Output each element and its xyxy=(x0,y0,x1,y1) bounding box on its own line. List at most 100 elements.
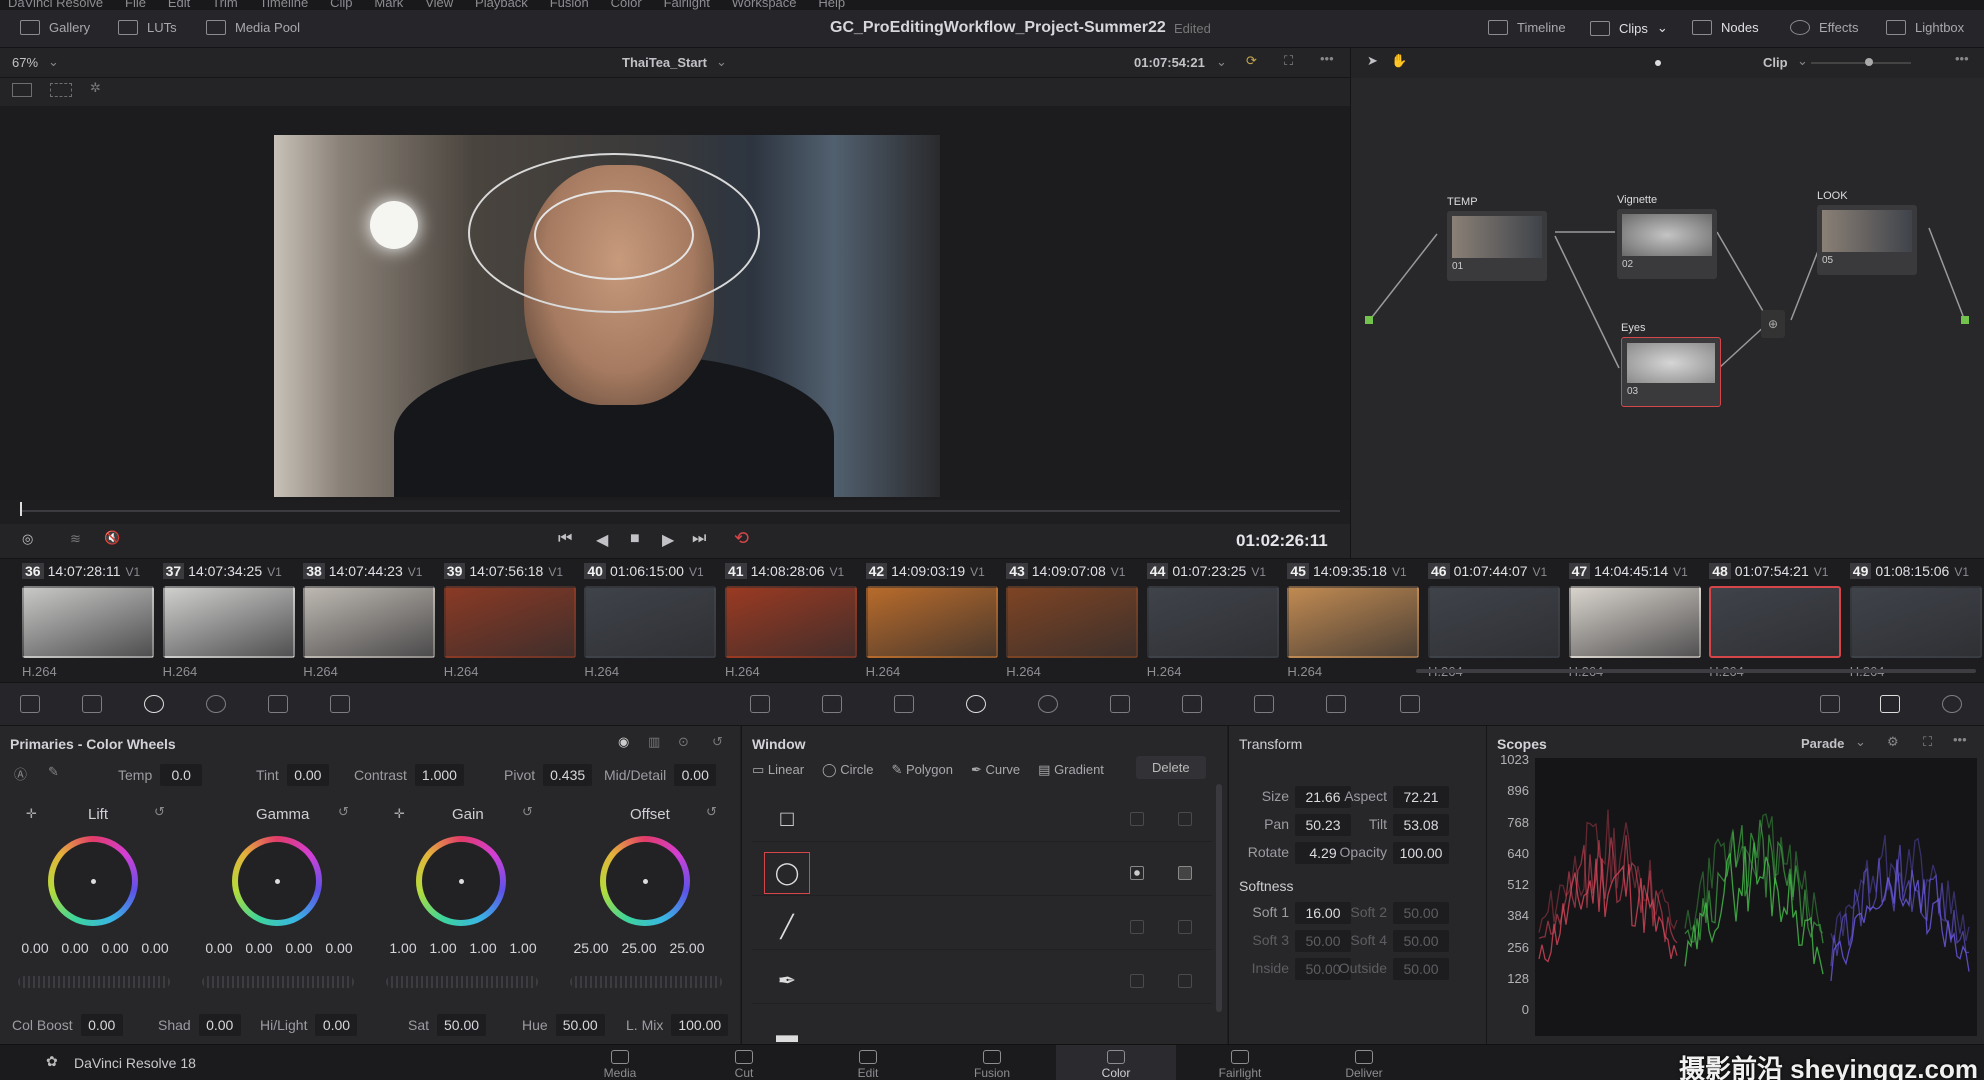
fullscreen-icon[interactable]: ⛶ xyxy=(1923,734,1932,750)
reset-icon[interactable]: ↺ xyxy=(706,804,717,820)
timeline-clip[interactable]: 4901:08:15:06V1H.264 xyxy=(1849,563,1984,679)
middetail-input[interactable]: 0.00 xyxy=(674,764,717,786)
timeline-clip[interactable]: 36 14:07:28:11 V1 H.264 xyxy=(22,563,162,679)
scope-mode-select[interactable]: Parade xyxy=(1801,736,1844,751)
more-options-icon[interactable]: ••• xyxy=(1320,51,1334,66)
lightbox-button[interactable]: Lightbox xyxy=(1886,20,1964,35)
auto-balance-icon[interactable]: Ⓐ xyxy=(14,764,27,783)
menu-color[interactable]: Color xyxy=(611,0,642,10)
scope-settings-icon[interactable]: ⚙ xyxy=(1887,734,1899,750)
grid-view-icon[interactable] xyxy=(50,83,72,97)
page-tab-media[interactable]: Media xyxy=(560,1045,680,1080)
tracker-icon[interactable] xyxy=(1038,695,1058,713)
lift-master-slider[interactable] xyxy=(18,976,170,988)
gamma-b[interactable]: 0.00 xyxy=(322,940,356,956)
magic-mask-icon[interactable] xyxy=(1110,695,1130,713)
gamma-master-slider[interactable] xyxy=(202,976,354,988)
fullscreen-icon[interactable]: ⛶ xyxy=(1284,53,1293,69)
effects-button[interactable]: Effects xyxy=(1790,20,1859,35)
color-warper-icon[interactable] xyxy=(822,695,842,713)
clip-thumbnail[interactable] xyxy=(1709,586,1842,658)
gamma-y[interactable]: 0.00 xyxy=(202,940,236,956)
rgb-mixer-icon[interactable] xyxy=(268,695,288,713)
clip-thumbnail[interactable] xyxy=(22,586,154,658)
aspect-input[interactable]: 72.21 xyxy=(1393,786,1449,808)
mask-checkbox[interactable] xyxy=(1178,866,1192,880)
curve-button[interactable]: ✒ Curve xyxy=(971,762,1020,778)
mask-checkbox[interactable] xyxy=(1178,920,1192,934)
clip-thumbnail[interactable] xyxy=(1849,586,1982,658)
go-to-end-icon[interactable]: ⏭ xyxy=(692,530,706,548)
viewer-scrubber[interactable] xyxy=(20,510,1340,512)
soft4-input[interactable]: 50.00 xyxy=(1393,930,1449,952)
menu-davinci[interactable]: DaVinci Resolve xyxy=(8,0,103,10)
soft2-input[interactable]: 50.00 xyxy=(1393,902,1449,924)
window-list-scrollbar[interactable] xyxy=(1216,784,1222,1012)
tint-input[interactable]: 0.00 xyxy=(286,764,329,786)
page-tab-edit[interactable]: Edit xyxy=(808,1045,928,1080)
opacity-input[interactable]: 100.00 xyxy=(1393,842,1449,864)
3d-icon[interactable] xyxy=(1400,695,1420,713)
crosshair-icon[interactable]: ✛ xyxy=(394,806,405,822)
invert-checkbox[interactable] xyxy=(1130,920,1144,934)
layers-icon[interactable]: ≋ xyxy=(70,531,81,547)
motion-effects-icon[interactable] xyxy=(330,695,350,713)
window-row-curve[interactable]: ✒ xyxy=(752,950,1212,1004)
timeline-clip[interactable]: 44 01:07:23:25 V1 H.264 xyxy=(1146,563,1287,679)
timeline-clip[interactable]: 4714:04:45:14V1H.264 xyxy=(1568,563,1709,679)
gamma-r[interactable]: 0.00 xyxy=(242,940,276,956)
reset-icon[interactable]: ↺ xyxy=(712,734,723,750)
menu-view[interactable]: View xyxy=(425,0,453,10)
picker-icon[interactable]: ✎ xyxy=(48,764,59,780)
hdr-wheels-icon[interactable] xyxy=(206,695,226,713)
timeline-clip[interactable]: 4601:07:44:07V1H.264 xyxy=(1428,563,1568,679)
sizing-icon[interactable] xyxy=(1326,695,1346,713)
reset-icon[interactable]: ↺ xyxy=(154,804,165,820)
temp-input[interactable]: 0.0 xyxy=(160,764,203,786)
gain-r[interactable]: 1.00 xyxy=(426,940,460,956)
wheel-center-dot[interactable] xyxy=(643,879,648,884)
graph-input-handle[interactable] xyxy=(1365,316,1373,324)
clip-thumbnail[interactable] xyxy=(162,586,295,658)
log-mode-icon[interactable]: ⊙ xyxy=(678,734,689,750)
more-options-icon[interactable]: ••• xyxy=(1953,732,1967,747)
window-row-polygon[interactable]: ╱ xyxy=(752,896,1212,950)
menu-playback[interactable]: Playback xyxy=(475,0,528,10)
circle-button[interactable]: ◯ Circle xyxy=(822,762,873,778)
color-wheels-icon[interactable] xyxy=(144,695,164,713)
page-tab-cut[interactable]: Cut xyxy=(684,1045,804,1080)
clip-thumbnail[interactable] xyxy=(725,586,857,658)
lift-g[interactable]: 0.00 xyxy=(98,940,132,956)
wheel-center-dot[interactable] xyxy=(459,879,464,884)
gain-wheel[interactable] xyxy=(416,836,506,926)
pointer-tool-icon[interactable]: ➤ xyxy=(1367,53,1378,69)
lift-r[interactable]: 0.00 xyxy=(58,940,92,956)
node-vignette[interactable]: Vignette 02 xyxy=(1617,194,1717,279)
clip-thumbnail[interactable] xyxy=(584,586,717,658)
clip-thumbnail[interactable] xyxy=(1568,586,1701,658)
colboost-input[interactable]: 0.00 xyxy=(80,1014,123,1036)
window-row-circle[interactable]: ◯ xyxy=(752,842,1212,896)
node-mode-select[interactable]: Clip xyxy=(1763,55,1788,70)
clip-thumbnail[interactable] xyxy=(1146,586,1279,658)
sync-icon[interactable]: ⟳ xyxy=(1246,53,1257,69)
invert-checkbox[interactable] xyxy=(1130,974,1144,988)
loop-icon[interactable]: ⟲ xyxy=(734,528,749,549)
timeline-clip[interactable]: 38 14:07:44:23 V1 H.264 xyxy=(303,563,443,679)
offset-wheel[interactable] xyxy=(600,836,690,926)
page-tab-color[interactable]: Color xyxy=(1056,1045,1176,1080)
luts-button[interactable]: LUTs xyxy=(118,20,177,35)
eyes-window-inner[interactable] xyxy=(534,190,694,280)
menu-edit[interactable]: Edit xyxy=(168,0,190,10)
timeline-clip[interactable]: 42 14:09:03:19 V1 H.264 xyxy=(865,563,1006,679)
nodes-button[interactable]: Nodes xyxy=(1692,20,1759,35)
timeline-clip[interactable]: 41 14:08:28:06 V1 H.264 xyxy=(725,563,865,679)
gallery-button[interactable]: Gallery xyxy=(20,20,90,35)
clip-thumbnail[interactable] xyxy=(443,586,576,658)
clip-thumbnail[interactable] xyxy=(1287,586,1420,658)
polygon-button[interactable]: ✎ Polygon xyxy=(891,762,953,778)
gradient-button[interactable]: ▤ Gradient xyxy=(1038,762,1104,778)
pen-window-icon[interactable]: ✒ xyxy=(764,960,810,1002)
wheels-mode-icon[interactable]: ◉ xyxy=(618,734,629,750)
qualifier-icon[interactable] xyxy=(894,695,914,713)
